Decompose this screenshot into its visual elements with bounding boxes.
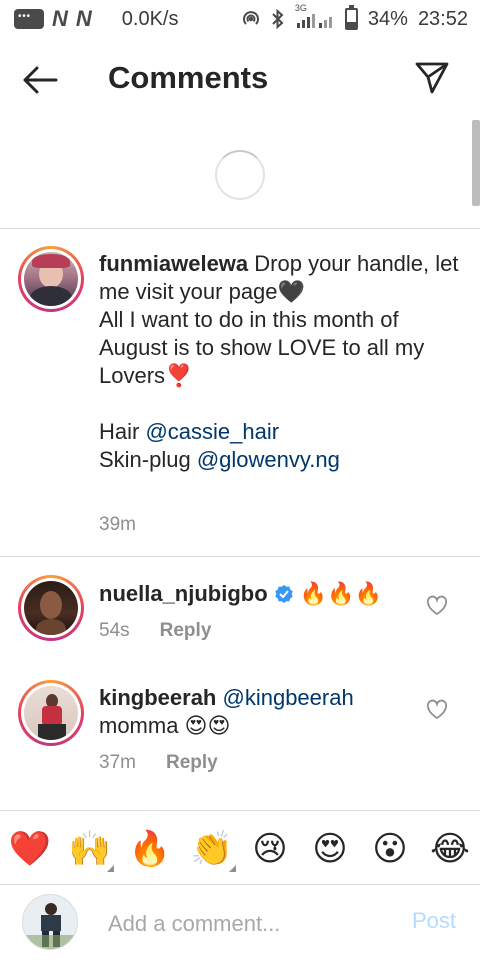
paper-plane-icon xyxy=(415,62,449,94)
notification-n-icon: N xyxy=(75,6,92,31)
avatar-image xyxy=(24,252,78,306)
signal-icon: 3G xyxy=(295,3,335,29)
surprised-face-emoji-button[interactable]: 😮 xyxy=(366,824,414,874)
caption-line: All I want to do in this month of August… xyxy=(99,307,425,388)
comment-meta: 54s Reply xyxy=(99,620,211,642)
reply-button[interactable]: Reply xyxy=(160,620,212,642)
battery-level: 34% xyxy=(367,7,408,30)
crying-face-emoji-button[interactable]: 😢 xyxy=(246,824,294,874)
caption-username[interactable]: funmiawelewa xyxy=(99,251,248,276)
back-button[interactable] xyxy=(20,60,60,100)
avatar[interactable] xyxy=(18,575,84,641)
caption-hair-label: Hair xyxy=(99,419,146,444)
page-title: Comments xyxy=(108,60,269,95)
notification-n-icon: N xyxy=(52,6,68,31)
divider xyxy=(0,884,480,885)
avatar-image xyxy=(24,581,78,635)
divider xyxy=(0,556,480,557)
comment-text: nuella_njubigbo 🔥🔥🔥 xyxy=(99,580,419,608)
caption-meta: 39m xyxy=(99,514,136,536)
comment-body: 🔥🔥🔥 xyxy=(293,581,382,606)
comment-text: kingbeerah @kingbeerah momma 😍😍 xyxy=(99,684,419,740)
divider xyxy=(0,228,480,229)
arrow-left-icon xyxy=(23,66,58,94)
black-heart-emoji: 🖤 xyxy=(277,279,305,304)
like-heart-icon[interactable] xyxy=(426,595,448,617)
mention-link[interactable]: @glowenvy.ng xyxy=(197,447,340,472)
network-type: 3G xyxy=(294,3,307,13)
avatar-image xyxy=(24,686,78,740)
caption-text: funmiawelewa Drop your handle, let me vi… xyxy=(99,250,469,474)
divider xyxy=(0,810,480,811)
loading-spinner xyxy=(215,150,265,200)
comment-input[interactable] xyxy=(108,904,388,944)
raised-hands-emoji: 🙌 xyxy=(68,830,112,868)
comment-body: momma 😍😍 xyxy=(99,713,231,738)
mention-link[interactable]: @cassie_hair xyxy=(145,419,279,444)
timestamp: 37m xyxy=(99,752,136,773)
bluetooth-icon xyxy=(271,9,285,29)
laughing-face-emoji-button[interactable]: 😂 xyxy=(426,824,474,874)
comment-username[interactable]: nuella_njubigbo xyxy=(99,581,268,606)
user-avatar xyxy=(22,894,78,950)
timestamp: 39m xyxy=(99,514,136,535)
avatar[interactable] xyxy=(18,680,84,746)
app-header: Comments xyxy=(0,40,480,118)
clock: 23:52 xyxy=(417,7,468,30)
heart-eyes-emoji-button[interactable]: 😍 xyxy=(306,824,354,874)
network-speed: 0.0K/s xyxy=(121,7,179,30)
verified-badge-icon xyxy=(274,585,293,603)
raised-hands-emoji-button[interactable]: 🙌 xyxy=(66,824,114,874)
mention-link[interactable]: @kingbeerah xyxy=(223,685,354,710)
battery-icon xyxy=(344,5,358,30)
fire-emoji-button[interactable]: 🔥 xyxy=(126,824,174,874)
avatar[interactable] xyxy=(18,246,84,312)
comment-meta: 37m Reply xyxy=(99,752,218,774)
share-button[interactable] xyxy=(412,58,452,98)
heart-emoji-button[interactable]: ❤️ xyxy=(6,824,54,874)
emoji-reaction-bar: ❤️ 🙌 🔥 👏 😢 😍 😮 😂 xyxy=(0,820,480,882)
comment-username[interactable]: kingbeerah xyxy=(99,685,216,710)
reply-button[interactable]: Reply xyxy=(166,752,218,774)
timestamp: 54s xyxy=(99,620,130,641)
clapping-hands-emoji-button[interactable]: 👏 xyxy=(188,824,236,874)
heart-exclamation-emoji: ❣️ xyxy=(165,363,193,388)
clapping-hands-emoji: 👏 xyxy=(190,830,234,868)
hotspot-icon xyxy=(241,9,261,29)
status-bar: N N 0.0K/s 3G 34% 23:52 xyxy=(0,0,480,38)
scrollbar[interactable] xyxy=(472,120,480,206)
message-notification-icon xyxy=(14,9,44,29)
post-button[interactable]: Post xyxy=(412,908,456,934)
caption-skin-label: Skin-plug xyxy=(99,447,197,472)
like-heart-icon[interactable] xyxy=(426,699,448,721)
